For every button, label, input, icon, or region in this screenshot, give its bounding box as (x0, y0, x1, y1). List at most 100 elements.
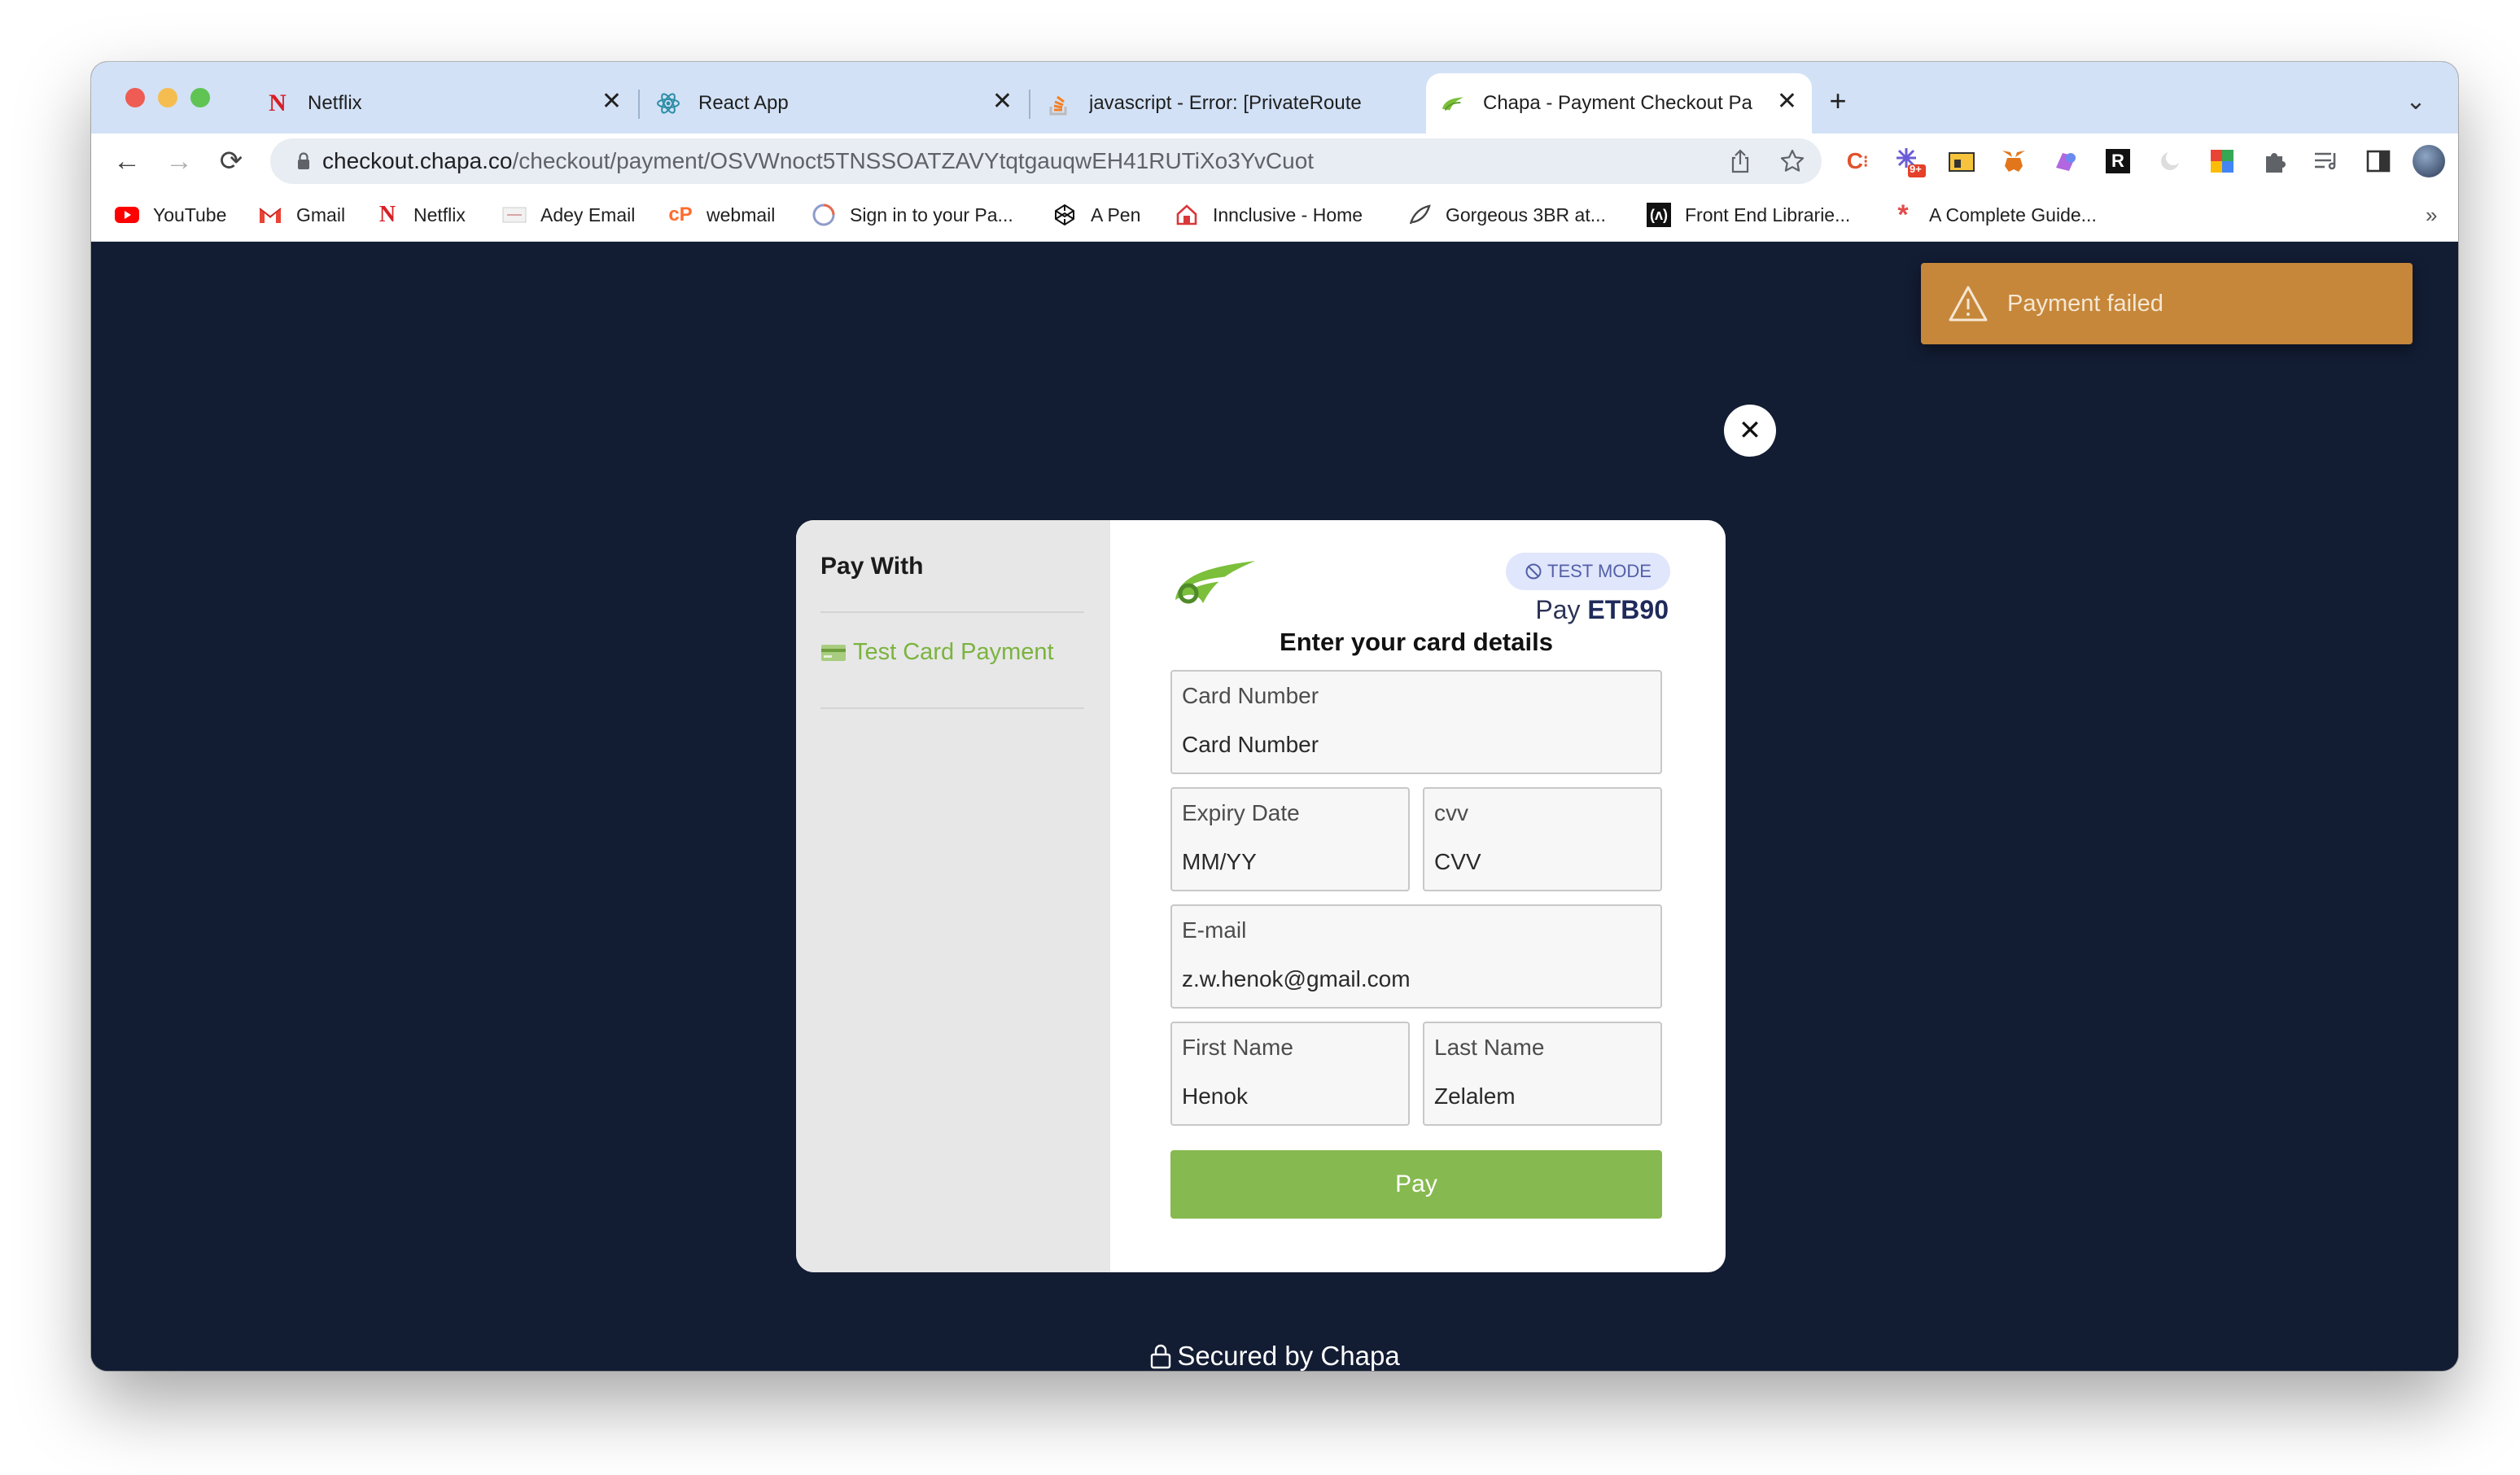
extension-r-icon[interactable]: R (2102, 145, 2134, 177)
field-placeholder: MM/YY (1182, 849, 1257, 874)
url-path: /checkout/payment/OSVWnoct5TNSSOATZAVYtq… (512, 148, 1315, 173)
browser-window: N Netflix ✕ React App ✕ javascript - Err… (91, 62, 2458, 1371)
amount-value: ETB90 (1587, 595, 1669, 624)
close-tab-icon[interactable]: ✕ (1777, 90, 1797, 114)
react-icon (656, 91, 680, 116)
pay-amount: Pay ETB90 (1535, 595, 1669, 625)
star-icon[interactable] (1779, 148, 1805, 174)
bookmark-label: A Pen (1091, 204, 1141, 225)
badge-label: TEST MODE (1547, 561, 1652, 581)
credit-card-icon (821, 644, 846, 661)
bookmark-a-pen[interactable]: A Pen (1052, 199, 1140, 231)
circle-icon (811, 202, 837, 228)
field-label: cvv (1434, 800, 1468, 825)
test-card-payment-option[interactable]: Test Card Payment (820, 639, 1054, 666)
form-title: Enter your card details (1280, 628, 1553, 656)
cvv-field[interactable]: cvv CVV (1423, 787, 1662, 891)
field-label: Last Name (1434, 1035, 1545, 1060)
extension-folder-icon[interactable] (1945, 145, 1978, 177)
back-button[interactable]: ← (106, 140, 148, 182)
secured-prefix: Secured by (1177, 1341, 1314, 1371)
bookmark-sign-in[interactable]: Sign in to your Pa... (811, 199, 1013, 231)
expiry-date-field[interactable]: Expiry Date MM/YY (1170, 787, 1410, 891)
reading-list-icon[interactable] (2310, 145, 2343, 177)
checkout-page: Payment failed ✕ Pay With Test Card Paym… (91, 242, 2458, 1371)
bookmark-youtube[interactable]: YouTube (114, 199, 226, 231)
netflix-icon: N (269, 90, 287, 116)
field-label: First Name (1182, 1035, 1293, 1060)
extension-badge: 9+ (1910, 163, 1922, 175)
tab-chapa-checkout[interactable]: Chapa - Payment Checkout Pa ✕ (1426, 73, 1812, 133)
bookmark-innclusive[interactable]: Innclusive - Home (1174, 199, 1363, 231)
close-modal-button[interactable]: ✕ (1724, 405, 1776, 457)
field-label: Card Number (1182, 683, 1319, 708)
extension-spark-icon[interactable]: 9+ (1893, 145, 1926, 177)
reload-button[interactable]: ⟳ (210, 140, 252, 182)
zoom-window-button[interactable] (190, 88, 210, 107)
minimize-window-button[interactable] (158, 88, 177, 107)
extension-moon-icon[interactable] (2154, 145, 2186, 177)
tab-search-button[interactable]: ⌄ (2395, 80, 2437, 122)
bookmark-front-end-libraries[interactable]: (ʌ) Front End Librarie... (1646, 199, 1850, 231)
tab-netflix[interactable]: N Netflix ✕ (251, 73, 637, 133)
divider (820, 611, 1084, 613)
tab-title: Chapa - Payment Checkout Pa (1483, 92, 1752, 114)
bookmark-netflix[interactable]: N Netflix (374, 199, 466, 231)
tab-title: Netflix (308, 92, 362, 114)
field-value: Zelalem (1434, 1083, 1516, 1109)
bookmark-adey-email[interactable]: Adey Email (501, 199, 635, 231)
chapa-icon (1441, 91, 1465, 116)
pay-prefix: Pay (1535, 595, 1581, 624)
house-icon (1174, 202, 1200, 228)
avatar[interactable] (2413, 145, 2445, 177)
extensions-puzzle-icon[interactable] (2258, 145, 2290, 177)
bookmark-label: Sign in to your Pa... (850, 204, 1013, 225)
extension-c-icon[interactable]: C ⁝ (1841, 145, 1874, 177)
extension-colors-icon[interactable] (2206, 145, 2238, 177)
bookmark-gorgeous-3br[interactable]: Gorgeous 3BR at... (1407, 199, 1606, 231)
share-icon[interactable] (1729, 148, 1752, 174)
toast-message: Payment failed (2007, 290, 2163, 317)
tab-title: React App (698, 92, 789, 114)
bookmark-label: Gorgeous 3BR at... (1446, 204, 1606, 225)
card-number-field[interactable]: Card Number Card Number (1170, 670, 1662, 774)
field-value: Henok (1182, 1083, 1248, 1109)
bookmark-gmail[interactable]: Gmail (257, 199, 345, 231)
last-name-field[interactable]: Last Name Zelalem (1423, 1022, 1662, 1126)
bookmark-label: Netflix (413, 204, 466, 225)
tab-react-app[interactable]: React App ✕ (641, 73, 1027, 133)
leaf-icon (1407, 202, 1433, 228)
field-value: z.w.henok@gmail.com (1182, 966, 1411, 991)
field-label: E-mail (1182, 917, 1247, 943)
close-tab-icon[interactable]: ✕ (992, 90, 1013, 114)
extension-shape-icon[interactable] (2050, 145, 2082, 177)
metamask-icon[interactable] (1997, 145, 2030, 177)
pay-button[interactable]: Pay (1170, 1150, 1662, 1219)
close-window-button[interactable] (125, 88, 145, 107)
bookmarks-overflow-button[interactable]: » (2426, 199, 2437, 231)
chapa-logo (1175, 561, 1255, 604)
bookmark-complete-guide[interactable]: * A Complete Guide... (1890, 199, 2096, 231)
side-panel-icon[interactable] (2362, 145, 2395, 177)
url-text: checkout.chapa.co/checkout/payment/OSVWn… (322, 148, 1314, 174)
address-bar[interactable]: checkout.chapa.co/checkout/payment/OSVWn… (270, 138, 1822, 184)
option-label: Test Card Payment (853, 639, 1054, 665)
ban-icon (1525, 563, 1542, 580)
bookmark-label: Front End Librarie... (1685, 204, 1851, 225)
warning-icon (1949, 286, 1988, 322)
email-field[interactable]: E-mail z.w.henok@gmail.com (1170, 904, 1662, 1009)
bookmark-webmail[interactable]: cP webmail (667, 199, 775, 231)
field-placeholder: CVV (1434, 849, 1481, 874)
tab-title: javascript - Error: [PrivateRoute (1089, 92, 1362, 114)
cpanel-icon: cP (668, 204, 693, 225)
forward-button[interactable]: → (158, 140, 200, 182)
tab-strip: N Netflix ✕ React App ✕ javascript - Err… (91, 62, 2458, 133)
bookmark-label: YouTube (153, 204, 227, 225)
browser-toolbar: ← → ⟳ checkout.chapa.co/checkout/payment… (91, 133, 2458, 189)
new-tab-button[interactable]: + (1817, 80, 1859, 122)
url-host: checkout.chapa.co (322, 148, 513, 173)
close-tab-icon[interactable]: ✕ (602, 90, 622, 114)
payment-methods-sidebar: Pay With Test Card Payment (796, 520, 1110, 1272)
codepen-icon (1052, 202, 1078, 228)
first-name-field[interactable]: First Name Henok (1170, 1022, 1410, 1126)
